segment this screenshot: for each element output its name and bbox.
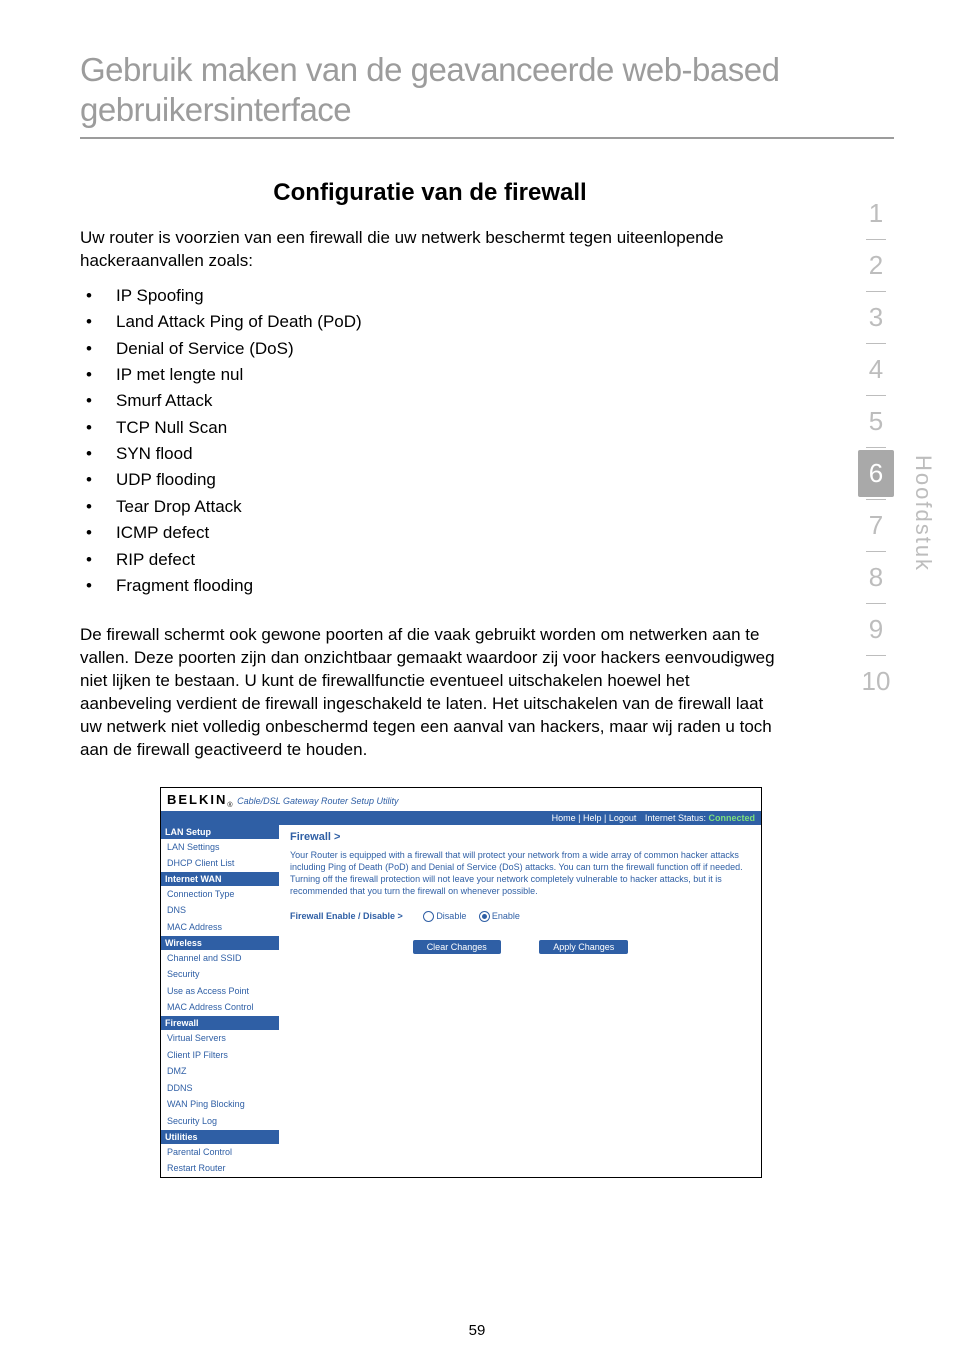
clear-changes-button[interactable]: Clear Changes [413, 940, 501, 954]
sidebar-item[interactable]: Use as Access Point [161, 983, 279, 1000]
title-rule [80, 137, 894, 139]
list-item: SYN flood [80, 441, 780, 467]
list-item: Land Attack Ping of Death (PoD) [80, 309, 780, 335]
sidebar-item[interactable]: Connection Type [161, 886, 279, 903]
chapter-nav-item[interactable]: 2 [858, 242, 894, 289]
list-item: Denial of Service (DoS) [80, 336, 780, 362]
sidebar-item[interactable]: Virtual Servers [161, 1030, 279, 1047]
sidebar-group: Firewall [161, 1016, 279, 1030]
sidebar-group: LAN Setup [161, 825, 279, 839]
chapter-nav-item[interactable]: 5 [858, 398, 894, 445]
sidebar-item[interactable]: MAC Address Control [161, 999, 279, 1016]
radio-enable[interactable]: Enable [479, 911, 520, 921]
chapter-nav-item[interactable]: 7 [858, 502, 894, 549]
list-item: ICMP defect [80, 520, 780, 546]
chapter-nav-item[interactable]: 9 [858, 606, 894, 653]
sidebar-item[interactable]: DMZ [161, 1063, 279, 1080]
attack-list: IP Spoofing Land Attack Ping of Death (P… [80, 283, 780, 599]
sidebar-item[interactable]: Channel and SSID [161, 950, 279, 967]
sidebar-item[interactable]: Security [161, 966, 279, 983]
chapter-nav: 1 2 3 4 5 6 7 8 9 10 [858, 190, 894, 705]
brand-name: BELKIN [167, 792, 227, 807]
brand-subtitle: Cable/DSL Gateway Router Setup Utility [237, 796, 398, 806]
chapter-nav-item[interactable]: 6 [858, 450, 894, 497]
firewall-description: Your Router is equipped with a firewall … [290, 849, 751, 898]
nav-separator [866, 499, 886, 500]
chapter-nav-item[interactable]: 1 [858, 190, 894, 237]
sidebar-group: Internet WAN [161, 872, 279, 886]
router-screenshot: BELKIN® Cable/DSL Gateway Router Setup U… [160, 787, 762, 1178]
nav-separator [866, 603, 886, 604]
sidebar-item[interactable]: DDNS [161, 1080, 279, 1097]
list-item: Smurf Attack [80, 388, 780, 414]
sidebar-item[interactable]: WAN Ping Blocking [161, 1096, 279, 1113]
list-item: RIP defect [80, 547, 780, 573]
list-item: TCP Null Scan [80, 415, 780, 441]
sidebar-group: Wireless [161, 936, 279, 950]
router-sidebar: LAN SetupLAN SettingsDHCP Client ListInt… [161, 825, 280, 1177]
list-item: UDP flooding [80, 467, 780, 493]
intro-text: Uw router is voorzien van een firewall d… [80, 227, 780, 273]
sidebar-item[interactable]: Client IP Filters [161, 1047, 279, 1064]
nav-separator [866, 291, 886, 292]
list-item: Fragment flooding [80, 573, 780, 599]
sidebar-group: Utilities [161, 1130, 279, 1144]
radio-label: Firewall Enable / Disable > [290, 911, 403, 921]
nav-separator [866, 343, 886, 344]
body-paragraph: De firewall schermt ook gewone poorten a… [80, 624, 780, 762]
sidebar-item[interactable]: Restart Router [161, 1160, 279, 1177]
chapter-label: Hoofdstuk [910, 455, 936, 572]
page-title: Gebruik maken van de geavanceerde web-ba… [80, 50, 894, 129]
page-number: 59 [0, 1322, 954, 1339]
nav-separator [866, 655, 886, 656]
sidebar-item[interactable]: MAC Address [161, 919, 279, 936]
sidebar-item[interactable]: DHCP Client List [161, 855, 279, 872]
status-label: Internet Status: [645, 813, 706, 823]
chapter-nav-item[interactable]: 10 [858, 658, 894, 705]
breadcrumb: Firewall > [290, 831, 751, 843]
status-value: Connected [708, 813, 755, 823]
nav-separator [866, 239, 886, 240]
radio-disable[interactable]: Disable [423, 911, 466, 921]
router-main: Firewall > Your Router is equipped with … [280, 825, 761, 1177]
list-item: Tear Drop Attack [80, 494, 780, 520]
chapter-nav-item[interactable]: 8 [858, 554, 894, 601]
apply-changes-button[interactable]: Apply Changes [539, 940, 628, 954]
nav-separator [866, 447, 886, 448]
router-topbar: Home | Help | Logout Internet Status: Co… [161, 811, 761, 825]
sidebar-item[interactable]: Parental Control [161, 1144, 279, 1161]
nav-separator [866, 395, 886, 396]
chapter-nav-item[interactable]: 4 [858, 346, 894, 393]
list-item: IP met lengte nul [80, 362, 780, 388]
list-item: IP Spoofing [80, 283, 780, 309]
topbar-links[interactable]: Home | Help | Logout [552, 813, 637, 823]
sidebar-item[interactable]: LAN Settings [161, 839, 279, 856]
brand-row: BELKIN® Cable/DSL Gateway Router Setup U… [161, 788, 761, 811]
firewall-toggle-row: Firewall Enable / Disable > Disable Enab… [290, 911, 751, 922]
nav-separator [866, 551, 886, 552]
chapter-nav-item[interactable]: 3 [858, 294, 894, 341]
sidebar-item[interactable]: Security Log [161, 1113, 279, 1130]
sidebar-item[interactable]: DNS [161, 902, 279, 919]
section-heading: Configuratie van de firewall [80, 179, 780, 207]
